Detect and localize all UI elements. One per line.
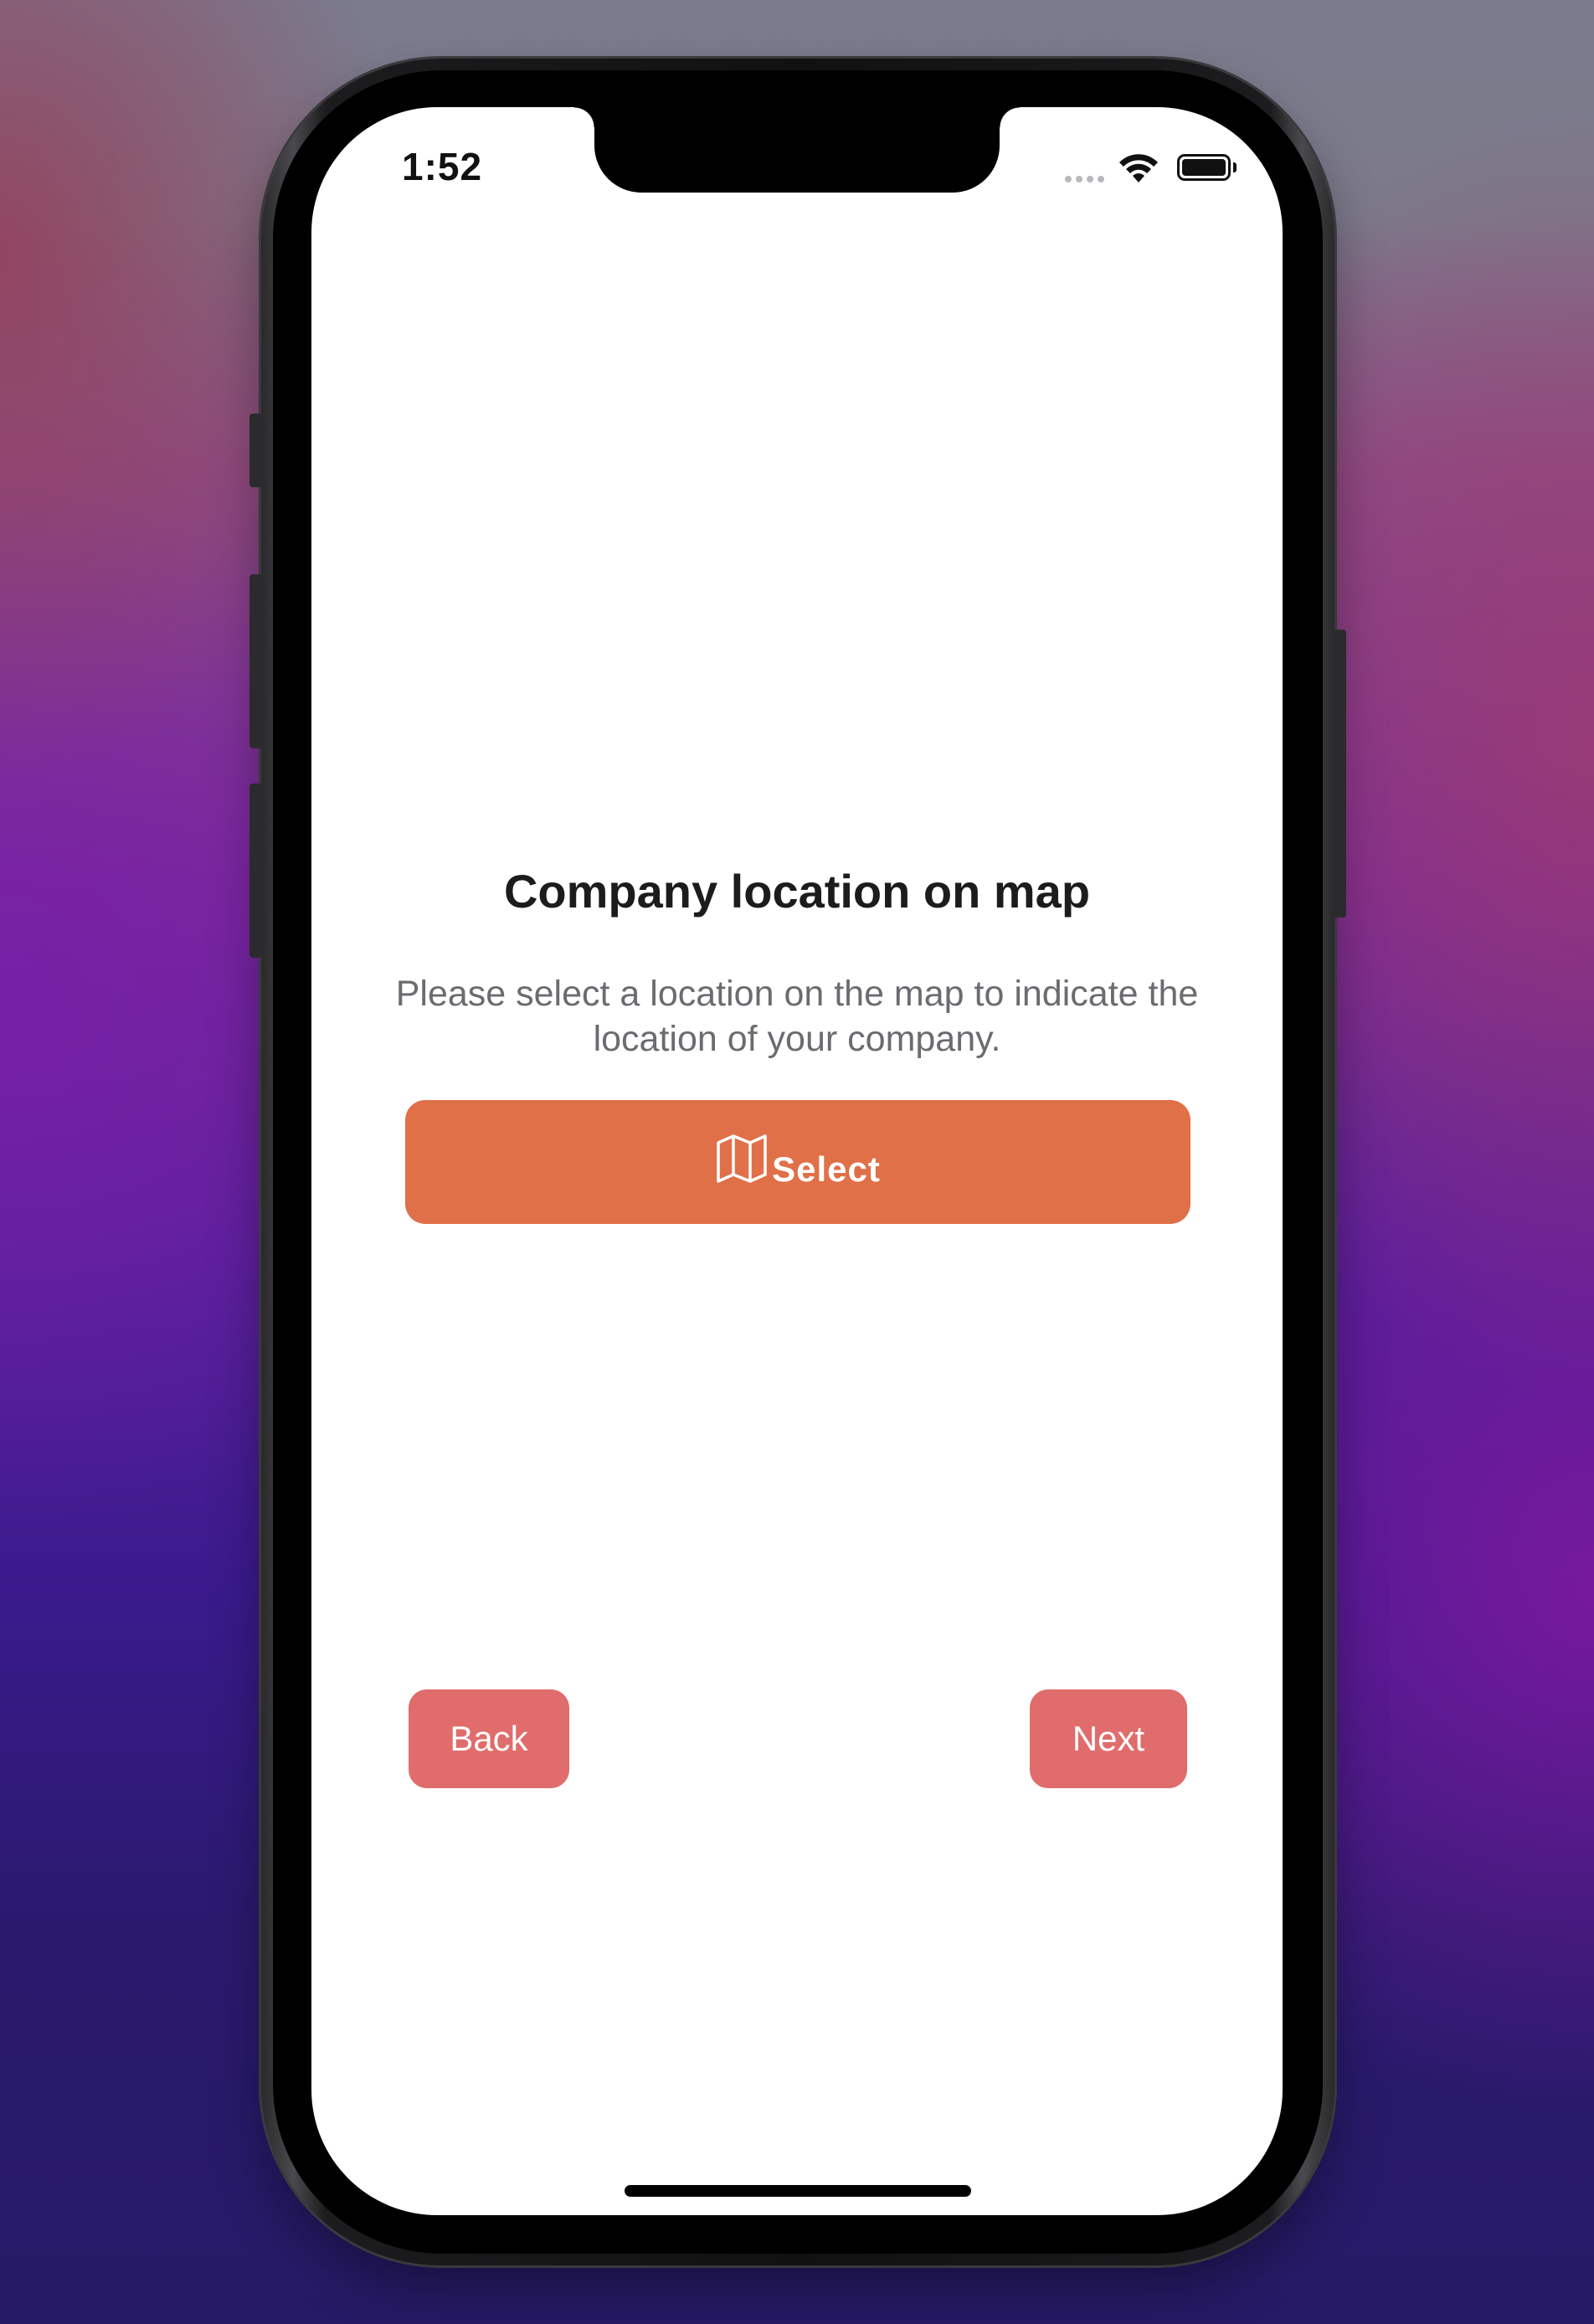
select-location-button[interactable]: Select: [405, 1100, 1190, 1224]
status-time: 1:52: [402, 145, 483, 188]
next-button[interactable]: Next: [1030, 1689, 1187, 1788]
back-button[interactable]: Back: [409, 1689, 569, 1788]
wifi-icon: [1119, 154, 1158, 183]
volume-up-button: [249, 574, 263, 748]
volume-down-button: [249, 784, 263, 958]
silent-switch: [249, 414, 263, 487]
map-icon: [717, 1134, 767, 1183]
notch: [574, 107, 1020, 193]
page-title: Company location on map: [503, 865, 1091, 918]
power-button: [1333, 630, 1346, 918]
battery-cap: [1233, 162, 1237, 172]
select-button-label: Select: [772, 1149, 881, 1189]
home-indicator[interactable]: [625, 2185, 971, 2197]
page-description: Please select a location on the map to i…: [395, 974, 1199, 1059]
app-screen: 1:52 Company location on map Please sele…: [311, 107, 1283, 2215]
signal-dots-icon: [1065, 176, 1104, 183]
battery-icon: [1177, 154, 1231, 181]
